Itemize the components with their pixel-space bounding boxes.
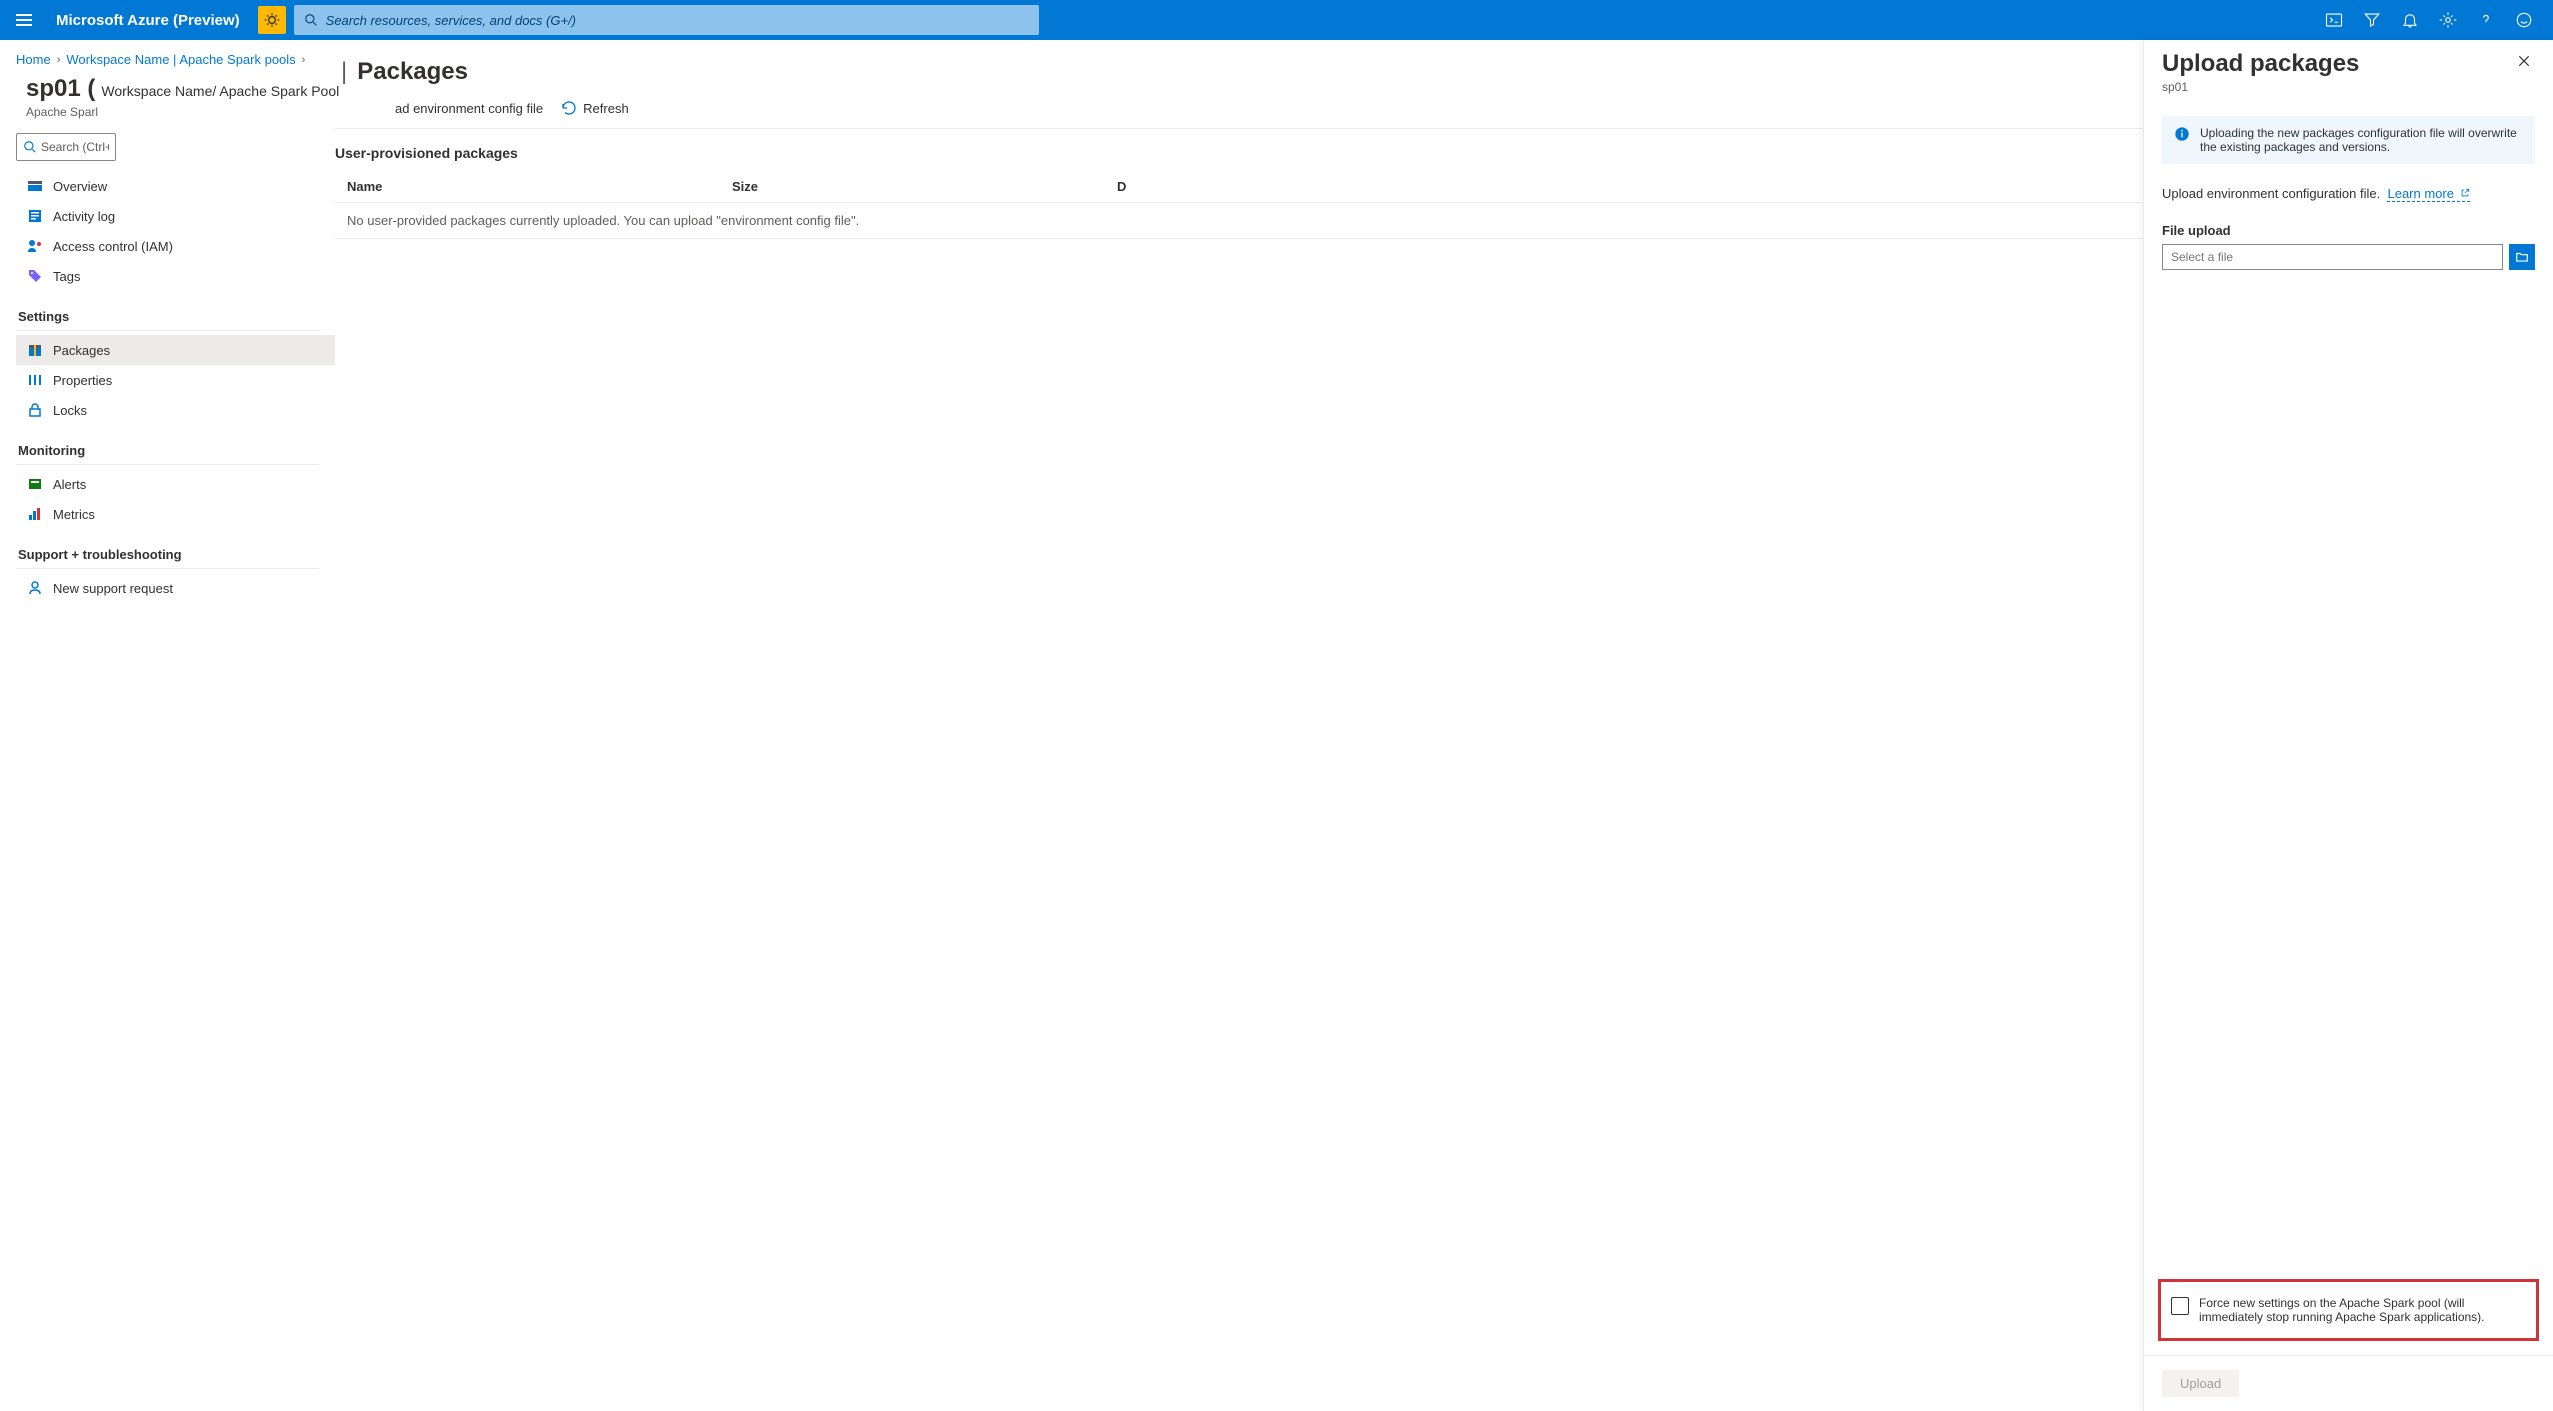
folder-icon	[2515, 250, 2529, 264]
access-control-icon	[27, 238, 43, 254]
info-box: Uploading the new packages configuration…	[2162, 116, 2535, 164]
nav-overview[interactable]: Overview	[16, 171, 335, 201]
brand-label[interactable]: Microsoft Azure (Preview)	[56, 12, 240, 29]
hamburger-menu-icon[interactable]	[16, 10, 36, 30]
search-icon	[304, 13, 318, 27]
global-search[interactable]	[294, 5, 1039, 35]
file-input[interactable]	[2162, 244, 2503, 270]
chevron-right-icon: ›	[57, 54, 61, 66]
upload-button[interactable]: Upload	[2162, 1370, 2239, 1397]
file-upload-label: File upload	[2162, 223, 2535, 238]
nav-section-settings: Settings	[16, 291, 319, 331]
feedback-icon[interactable]	[2515, 11, 2533, 29]
global-search-input[interactable]	[326, 13, 1029, 28]
column-name[interactable]: Name	[347, 179, 732, 194]
title-pipe: |	[341, 58, 347, 86]
top-header: Microsoft Azure (Preview)	[0, 0, 2553, 40]
breadcrumb-workspace[interactable]: Workspace Name | Apache Spark pools	[66, 52, 295, 67]
upload-packages-panel: Upload packages sp01 Uploading the new p…	[2143, 40, 2553, 1411]
properties-icon	[27, 372, 43, 388]
bug-icon[interactable]	[258, 6, 286, 34]
nav-locks[interactable]: Locks	[16, 395, 335, 425]
packages-icon	[27, 342, 43, 358]
flyout-title: Upload packages	[2162, 50, 2359, 78]
tags-icon	[27, 268, 43, 284]
resource-name: sp01 (	[26, 75, 95, 103]
activity-log-icon	[27, 208, 43, 224]
breadcrumb-home[interactable]: Home	[16, 52, 51, 67]
nav-alerts[interactable]: Alerts	[16, 469, 335, 499]
external-link-icon	[2460, 188, 2470, 198]
force-settings-highlight: Force new settings on the Apache Spark p…	[2158, 1279, 2539, 1341]
nav-section-monitoring: Monitoring	[16, 425, 319, 465]
nav-section-support: Support + troubleshooting	[16, 529, 319, 569]
nav-search-input[interactable]	[41, 140, 109, 154]
nav-metrics[interactable]: Metrics	[16, 499, 335, 529]
nav-activity-log[interactable]: Activity log	[16, 201, 335, 231]
toolbar-refresh[interactable]: Refresh	[561, 100, 629, 116]
flyout-subtitle: sp01	[2162, 80, 2359, 94]
column-date-partial[interactable]: D	[1117, 179, 1126, 194]
learn-more-link[interactable]: Learn more	[2387, 186, 2469, 202]
settings-icon[interactable]	[2439, 11, 2457, 29]
nav-properties[interactable]: Properties	[16, 365, 335, 395]
nav-search[interactable]	[16, 133, 116, 161]
column-size[interactable]: Size	[732, 179, 1117, 194]
nav-tags[interactable]: Tags	[16, 261, 335, 291]
breadcrumb: Home › Workspace Name | Apache Spark poo…	[16, 40, 335, 71]
resource-header: sp01 ( Workspace Name/ Apache Spark Pool…	[16, 75, 335, 119]
toolbar-upload-config[interactable]: ad environment config file	[395, 101, 543, 116]
refresh-icon	[561, 100, 577, 116]
left-pane: Home › Workspace Name | Apache Spark poo…	[0, 40, 335, 1411]
resource-path: Workspace Name/ Apache Spark Pool	[101, 83, 339, 99]
chevron-right-icon: ›	[302, 54, 306, 66]
resource-type: Apache Sparl	[26, 105, 339, 119]
page-title: Packages	[357, 58, 468, 86]
support-icon	[27, 580, 43, 596]
nav-packages[interactable]: Packages	[16, 335, 335, 365]
upload-instruction: Upload environment configuration file. L…	[2162, 186, 2535, 201]
lock-icon	[27, 402, 43, 418]
notifications-icon[interactable]	[2401, 11, 2419, 29]
directory-filter-icon[interactable]	[2363, 11, 2381, 29]
metrics-icon	[27, 506, 43, 522]
help-icon[interactable]	[2477, 11, 2495, 29]
nav-access-control[interactable]: Access control (IAM)	[16, 231, 335, 261]
force-settings-checkbox[interactable]	[2171, 1297, 2189, 1315]
info-icon	[2174, 126, 2190, 142]
close-icon[interactable]	[2513, 50, 2535, 77]
cloud-shell-icon[interactable]	[2325, 11, 2343, 29]
nav-new-support[interactable]: New support request	[16, 573, 335, 603]
side-nav: Overview Activity log Access control (IA…	[16, 171, 335, 603]
browse-file-button[interactable]	[2509, 244, 2535, 270]
overview-icon	[27, 178, 43, 194]
alerts-icon	[27, 476, 43, 492]
force-settings-label: Force new settings on the Apache Spark p…	[2199, 1296, 2526, 1324]
search-icon	[23, 140, 37, 154]
